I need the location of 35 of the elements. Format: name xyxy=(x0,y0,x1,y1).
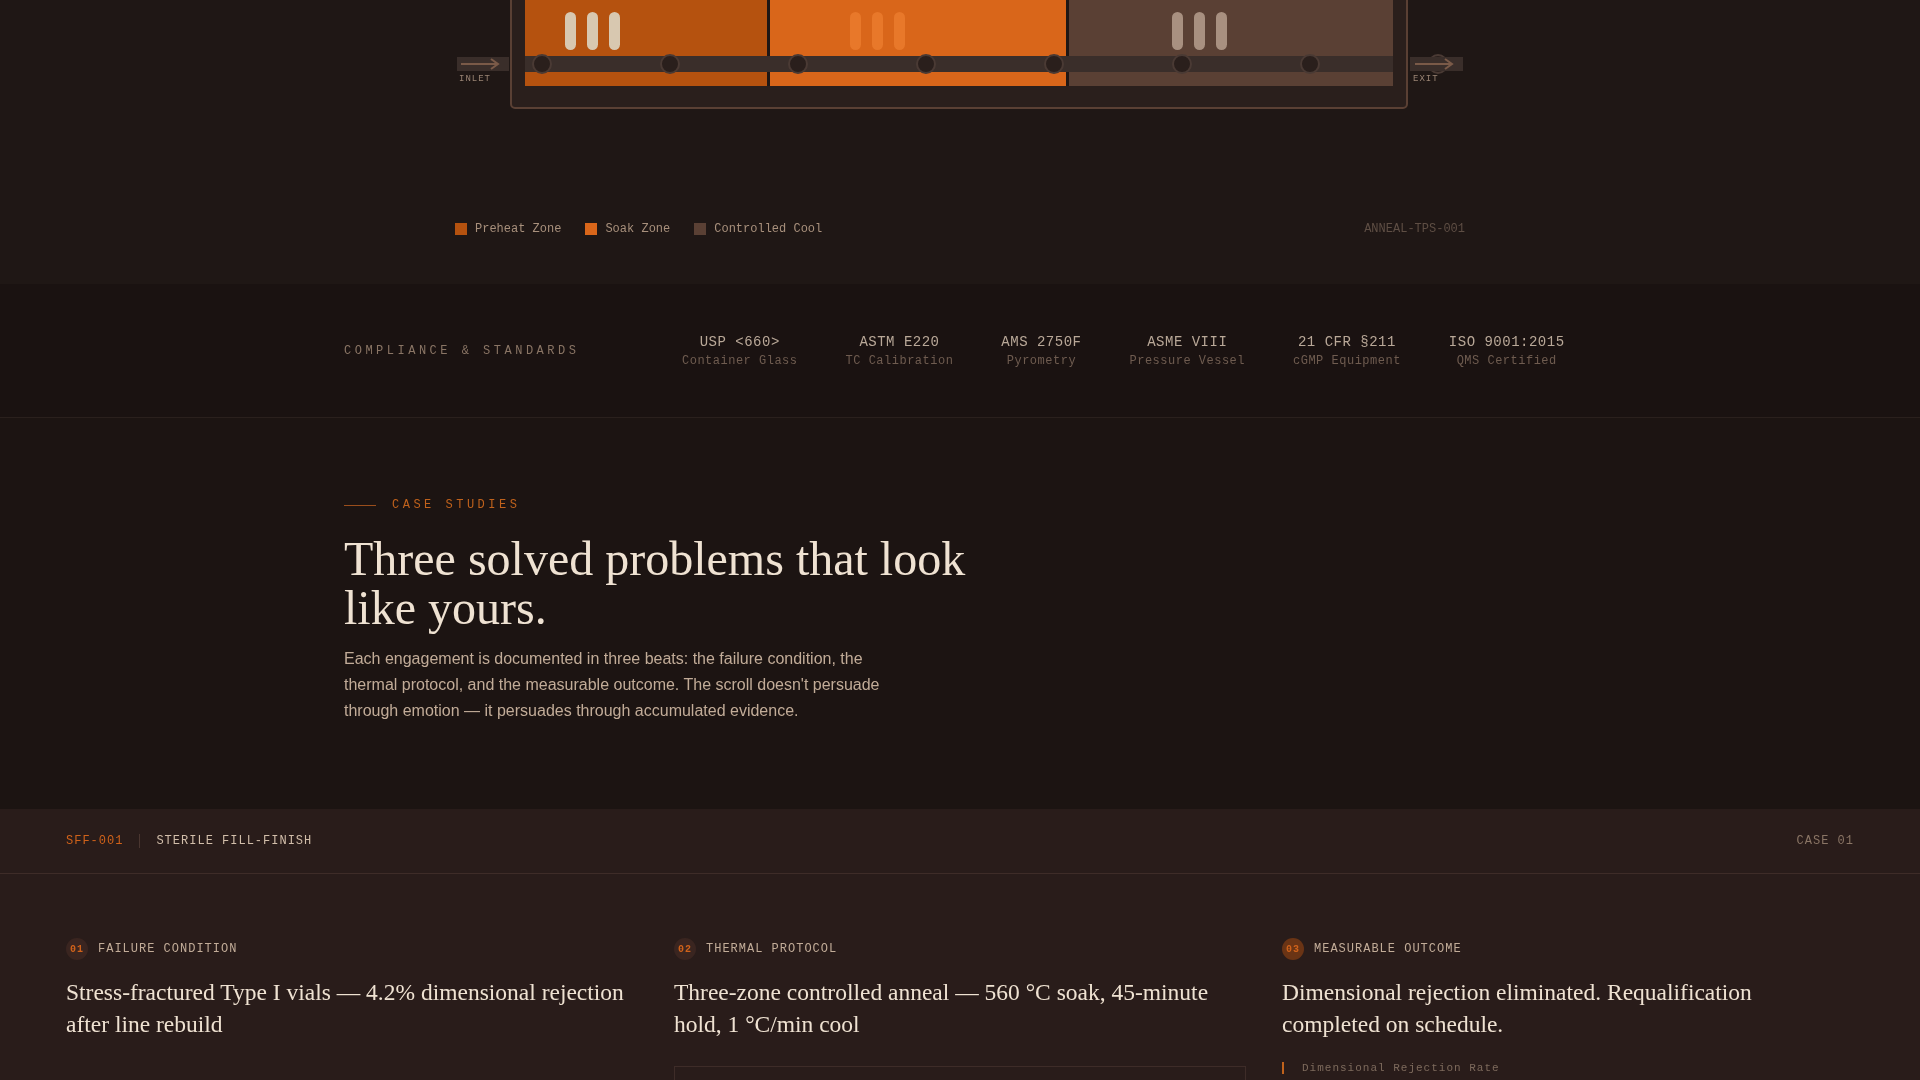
standard-code: AMS 2750F xyxy=(1001,333,1082,350)
case-number: CASE 01 xyxy=(1796,834,1854,848)
step-title: Stress-fractured Type I vials — 4.2% dimensional rejection after line rebuild xyxy=(66,978,625,1039)
step-label: FAILURE CONDITION xyxy=(98,942,238,956)
case-category: STERILE FILL-FINISH xyxy=(156,834,313,848)
standard-description: QMS Certified xyxy=(1456,353,1557,368)
legend-label: Preheat Zone xyxy=(475,222,562,236)
standard-code: ISO 9001:2015 xyxy=(1448,333,1565,350)
step-title: Dimensional rejection eliminated. Requalification completed on schedule. xyxy=(1282,978,1753,1039)
step-title: Three-zone controlled anneal — 560 °C soak, 45-minute hold, 1 °C/min cool xyxy=(674,978,1210,1039)
eyebrow-label: CASE STUDIES xyxy=(392,498,521,512)
standard-description: Pyrometry xyxy=(1006,353,1077,368)
standard-code: ASME VIII xyxy=(1147,333,1228,350)
standard-code: ASTM E220 xyxy=(859,333,940,350)
standard-code: USP <660> xyxy=(699,333,780,350)
standard-description: cGMP Equipment xyxy=(1293,353,1401,368)
standard-description: Pressure Vessel xyxy=(1129,353,1245,368)
intro-paragraph: Each engagement is documented in three beats: the failure condition, the thermal protocol, and the measurable outcome. The scroll doesn't persuade through emotion — it persuades through accumulated evidence. xyxy=(344,649,881,721)
metric-label: Dimensional Rejection Rate xyxy=(1282,1062,1500,1074)
inlet-label: INLET xyxy=(459,74,491,85)
standard-description: Container Glass xyxy=(682,353,798,368)
step-label: MEASURABLE OUTCOME xyxy=(1314,942,1462,956)
step-label: THERMAL PROTOCOL xyxy=(706,942,838,956)
standard-code: 21 CFR §211 xyxy=(1297,333,1396,350)
step-number-badge: 02 xyxy=(674,938,696,960)
case-id: SFF-001 xyxy=(66,834,141,848)
furnace-tag: ANNEAL-TPS-001 xyxy=(1364,222,1465,236)
legend-label: Soak Zone xyxy=(605,222,671,236)
legend-label: Controlled Cool xyxy=(714,222,823,236)
standard-description: TC Calibration xyxy=(845,353,954,368)
section-heading: Three solved problems that look like yours. xyxy=(344,534,967,632)
step-number-badge: 01 xyxy=(66,938,88,960)
section-label: COMPLIANCE & STANDARDS xyxy=(344,343,581,358)
step-number-badge: 03 xyxy=(1282,938,1304,960)
exit-label: EXIT xyxy=(1413,74,1439,85)
